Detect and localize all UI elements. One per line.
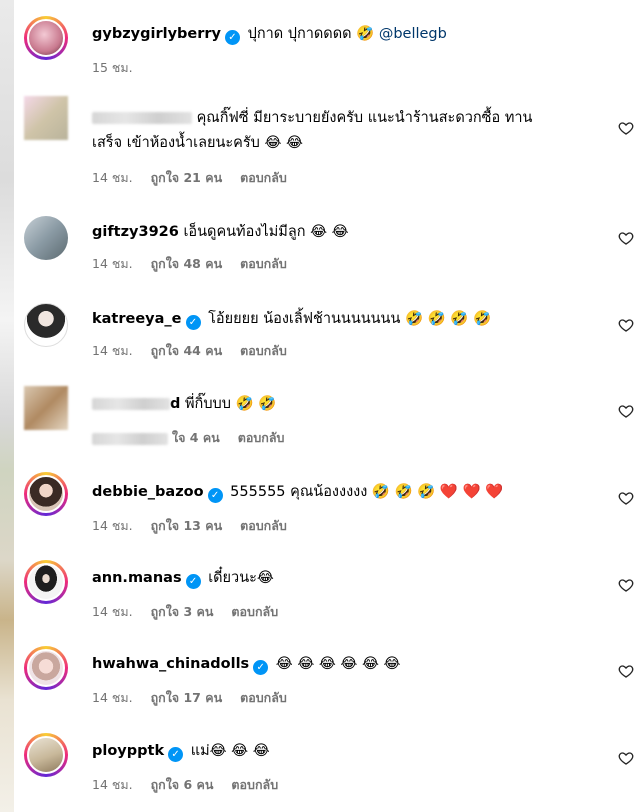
timestamp[interactable]: 14 ชม. xyxy=(92,777,133,792)
heart-icon[interactable] xyxy=(618,750,634,766)
username[interactable]: gybzygirlyberry xyxy=(92,26,221,42)
like-count[interactable]: ถูกใจ 48 คน xyxy=(151,256,223,271)
comment-item: ploypptk ✓ แม่😂 😂 😂 14 ชม. ถูกใจ 6 คน ตอบ… xyxy=(24,733,644,793)
background-edge xyxy=(0,0,14,812)
avatar[interactable] xyxy=(24,96,68,140)
comment-text-line: giftzy3926 เอ็นดูคนท้องไม่มีลูก 😂 😂 xyxy=(92,220,606,245)
heart-icon[interactable] xyxy=(618,403,634,419)
mention-link[interactable]: @bellegb xyxy=(379,26,447,42)
avatar[interactable] xyxy=(24,646,68,690)
comment-item: คุณกิ๊ฟซี่ มียาระบายยังครับ แนะนำร้านสะด… xyxy=(24,96,644,186)
comment-text: 555555 คุณน้องงงงง 🤣 🤣 🤣 ❤️ ❤️ ❤️ xyxy=(230,484,504,500)
username[interactable]: giftzy3926 xyxy=(92,224,179,240)
comment-text-line: debbie_bazoo ✓ 555555 คุณน้องงงงง 🤣 🤣 🤣 ❤… xyxy=(92,480,606,505)
like-count[interactable]: ถูกใจ 44 คน xyxy=(151,343,223,358)
post-caption: gybzygirlyberry ✓ ปุกาด ปุกาดดดด 🤣 @belle… xyxy=(24,16,644,86)
verified-badge-icon: ✓ xyxy=(207,488,223,503)
reply-button[interactable]: ตอบกลับ xyxy=(231,777,278,792)
comment-meta: 14 ชม. ถูกใจ 13 คน ตอบกลับ xyxy=(92,516,301,536)
like-count[interactable]: ถูกใจ 13 คน xyxy=(151,518,223,533)
heart-icon[interactable] xyxy=(618,230,634,246)
timestamp[interactable]: 14 ชม. xyxy=(92,690,133,705)
verified-badge-icon: ✓ xyxy=(185,315,201,330)
reply-button[interactable]: ตอบกลับ xyxy=(240,690,287,705)
heart-icon[interactable] xyxy=(618,490,634,506)
comment-item: ann.manas ✓ เดี๋ยวนะ😂 14 ชม. ถูกใจ 3 คน ต… xyxy=(24,560,644,620)
username[interactable]: hwahwa_chinadolls xyxy=(92,656,249,672)
comment-text: 😂 😂 😂 😂 😂 😂 xyxy=(275,656,401,672)
like-count[interactable]: ถูกใจ 17 คน xyxy=(151,690,223,705)
comment-meta: ใจ 4 คน ตอบกลับ xyxy=(92,428,298,448)
comment-text: เดี๋ยวนะ😂 xyxy=(208,570,274,586)
avatar[interactable] xyxy=(24,560,68,604)
comment-meta: 14 ชม. ถูกใจ 3 คน ตอบกลับ xyxy=(92,602,292,622)
comment-text: พี่กิ๊บบบ 🤣 🤣 xyxy=(185,396,277,412)
comment-item: hwahwa_chinadolls ✓ 😂 😂 😂 😂 😂 😂 14 ชม. ถู… xyxy=(24,646,644,706)
comment-item: giftzy3926 เอ็นดูคนท้องไม่มีลูก 😂 😂 14 ช… xyxy=(24,216,644,276)
comment-text: โอ้ยยยย น้องเลิ้ฟช้านนนนนนน 🤣 🤣 🤣 🤣 xyxy=(208,311,492,327)
heart-icon[interactable] xyxy=(618,317,634,333)
comment-meta: 14 ชม. ถูกใจ 48 คน ตอบกลับ xyxy=(92,254,301,274)
like-count[interactable]: ถูกใจ 3 คน xyxy=(151,604,214,619)
timestamp[interactable]: 14 ชม. xyxy=(92,604,133,619)
comment-text-line: ann.manas ✓ เดี๋ยวนะ😂 xyxy=(92,566,606,591)
blurred-timestamp xyxy=(92,432,168,445)
timestamp[interactable]: 14 ชม. xyxy=(92,256,133,271)
comment-meta: 14 ชม. ถูกใจ 17 คน ตอบกลับ xyxy=(92,688,301,708)
blurred-username xyxy=(92,398,170,410)
comment-item: debbie_bazoo ✓ 555555 คุณน้องงงงง 🤣 🤣 🤣 ❤… xyxy=(24,472,644,533)
username[interactable]: d xyxy=(170,396,180,412)
reply-button[interactable]: ตอบกลับ xyxy=(240,343,287,358)
comment-text: แม่😂 😂 😂 xyxy=(190,743,270,759)
caption-line: gybzygirlyberry ✓ ปุกาด ปุกาดดดด 🤣 @belle… xyxy=(92,22,606,47)
timestamp[interactable]: 14 ชม. xyxy=(92,518,133,533)
avatar[interactable] xyxy=(24,472,68,516)
reply-button[interactable]: ตอบกลับ xyxy=(240,170,287,185)
verified-badge-icon: ✓ xyxy=(225,30,240,45)
username[interactable]: ploypptk xyxy=(92,743,164,759)
comment-text-continued: เสร็จ เข้าห้องน้ำเลยนะครับ 😂 😂 xyxy=(92,135,303,151)
comment-item: katreeya_e ✓ โอ้ยยยย น้องเลิ้ฟช้านนนนนนน … xyxy=(24,303,644,363)
like-count[interactable]: ถูกใจ 21 คน xyxy=(151,170,223,185)
timestamp[interactable]: 14 ชม. xyxy=(92,170,133,185)
comment-text-line: hwahwa_chinadolls ✓ 😂 😂 😂 😂 😂 😂 xyxy=(92,652,606,677)
username[interactable]: katreeya_e xyxy=(92,311,182,327)
reply-button[interactable]: ตอบกลับ xyxy=(231,604,278,619)
caption-text: ปุกาด ปุกาดดดด 🤣 xyxy=(247,26,375,42)
heart-icon[interactable] xyxy=(618,120,634,136)
comment-text: คุณกิ๊ฟซี่ มียาระบายยังครับ แนะนำร้านสะด… xyxy=(196,110,533,126)
comment-text-line: ploypptk ✓ แม่😂 😂 😂 xyxy=(92,739,606,764)
comment-meta: 14 ชม. ถูกใจ 44 คน ตอบกลับ xyxy=(92,341,301,361)
username[interactable]: debbie_bazoo xyxy=(92,484,204,500)
timestamp[interactable]: 15 ชม. xyxy=(92,60,133,75)
avatar[interactable] xyxy=(24,386,68,430)
like-count[interactable]: ถูกใจ 6 คน xyxy=(151,777,214,792)
comment-meta: 14 ชม. ถูกใจ 21 คน ตอบกลับ xyxy=(92,168,301,188)
comment-meta: 14 ชม. ถูกใจ 6 คน ตอบกลับ xyxy=(92,775,292,795)
reply-button[interactable]: ตอบกลับ xyxy=(238,430,285,445)
like-count[interactable]: ใจ 4 คน xyxy=(172,430,220,445)
comment-meta: 15 ชม. xyxy=(92,58,147,78)
heart-icon[interactable] xyxy=(618,577,634,593)
comment-text-line: katreeya_e ✓ โอ้ยยยย น้องเลิ้ฟช้านนนนนนน … xyxy=(92,307,606,332)
comment-text-line: d พี่กิ๊บบบ 🤣 🤣 xyxy=(92,392,606,417)
verified-badge-icon: ✓ xyxy=(185,574,201,589)
verified-badge-icon: ✓ xyxy=(253,660,269,675)
avatar[interactable] xyxy=(24,733,68,777)
heart-icon[interactable] xyxy=(618,663,634,679)
comment-text: เอ็นดูคนท้องไม่มีลูก 😂 😂 xyxy=(183,224,349,240)
avatar[interactable] xyxy=(24,16,68,60)
username[interactable]: ann.manas xyxy=(92,570,182,586)
avatar[interactable] xyxy=(24,303,68,347)
verified-badge-icon: ✓ xyxy=(168,747,184,762)
reply-button[interactable]: ตอบกลับ xyxy=(240,518,287,533)
comment-text-line: คุณกิ๊ฟซี่ มียาระบายยังครับ แนะนำร้านสะด… xyxy=(92,106,606,156)
comment-item: d พี่กิ๊บบบ 🤣 🤣 ใจ 4 คน ตอบกลับ xyxy=(24,386,644,446)
reply-button[interactable]: ตอบกลับ xyxy=(240,256,287,271)
blurred-username xyxy=(92,112,192,124)
avatar[interactable] xyxy=(24,216,68,260)
timestamp[interactable]: 14 ชม. xyxy=(92,343,133,358)
